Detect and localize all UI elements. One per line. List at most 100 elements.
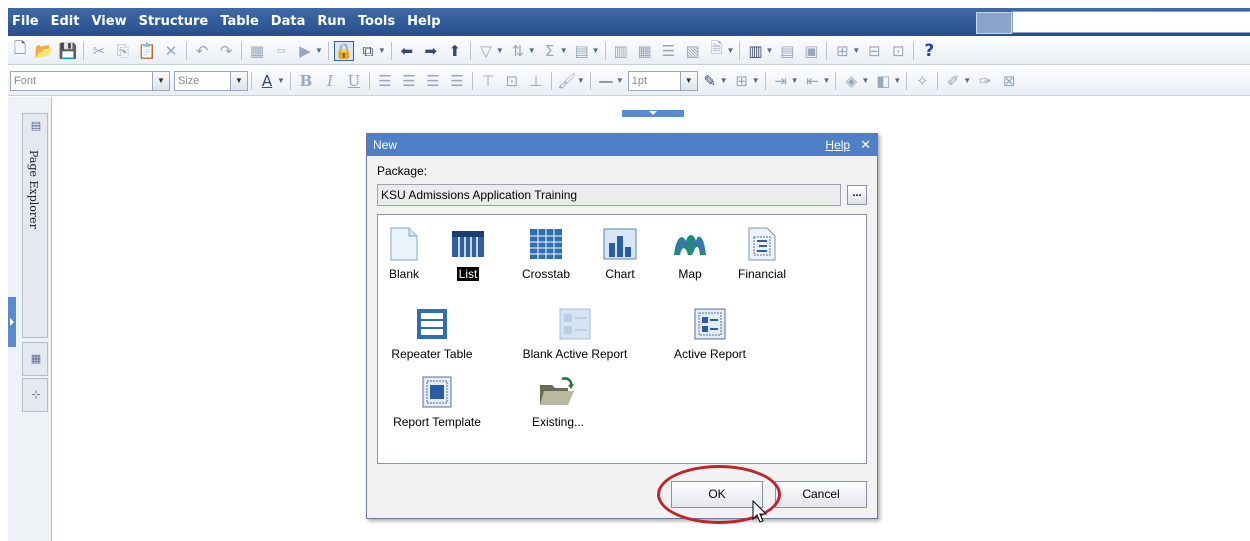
bold-icon[interactable]: B xyxy=(296,71,316,91)
help-icon[interactable]: ? xyxy=(919,41,939,61)
align-right-icon[interactable]: ☰ xyxy=(423,71,443,91)
table-icon[interactable]: ⊞ xyxy=(832,41,852,61)
gallery-item-crosstab[interactable]: Crosstab xyxy=(516,227,576,281)
menu-run[interactable]: Run xyxy=(311,8,352,36)
menu-file[interactable]: File xyxy=(8,8,45,36)
summary-dropdown-icon[interactable]: ▼ xyxy=(560,46,568,55)
menu-structure[interactable]: Structure xyxy=(133,8,215,36)
menu-tools[interactable]: Tools xyxy=(352,8,401,36)
table-dropdown-icon[interactable]: ▼ xyxy=(852,46,860,55)
clear-format-icon[interactable]: ⊠ xyxy=(999,71,1019,91)
menu-table[interactable]: Table xyxy=(214,8,265,36)
conditional-style-dropdown-icon[interactable]: ▼ xyxy=(861,76,869,85)
split-icon[interactable]: ⊡ xyxy=(888,41,908,61)
ok-button[interactable]: OK xyxy=(671,481,763,508)
arrow-left-icon[interactable]: ⬅ xyxy=(397,41,417,61)
pick-up-style-dropdown-icon[interactable]: ▼ xyxy=(963,76,971,85)
gallery-item-list[interactable]: List xyxy=(448,227,488,281)
properties-pane-grip[interactable] xyxy=(622,110,684,117)
cancel-button[interactable]: Cancel xyxy=(775,481,867,508)
align-bottom-icon[interactable]: ⊥ xyxy=(526,71,546,91)
align-top-icon[interactable]: ⊤ xyxy=(478,71,498,91)
delete-icon[interactable]: ✕ xyxy=(161,41,181,61)
indent-icon[interactable]: ⇥ xyxy=(771,71,791,91)
gallery-item-financial[interactable]: Financial xyxy=(734,227,790,281)
gallery-item-chart[interactable]: Chart xyxy=(598,227,642,281)
indent-dropdown-icon[interactable]: ▼ xyxy=(791,76,799,85)
fill-color-dropdown-icon[interactable]: ▼ xyxy=(577,76,585,85)
toolbar-handle[interactable] xyxy=(976,12,1012,34)
style-icon[interactable]: ◧ xyxy=(873,71,893,91)
gallery-item-report-template[interactable]: Report Template xyxy=(382,375,492,429)
line-color-icon[interactable]: ✎ xyxy=(700,71,720,91)
run-icon[interactable]: ▶ xyxy=(295,41,315,61)
footer-icon[interactable]: ▧ xyxy=(683,41,703,61)
font-select[interactable]: Font ▼ xyxy=(10,70,170,91)
font-color-dropdown-icon[interactable]: ▼ xyxy=(277,76,285,85)
menu-help[interactable]: Help xyxy=(401,8,446,36)
copy-format-dropdown-icon[interactable]: ▼ xyxy=(378,46,386,55)
chevron-down-icon[interactable]: ▼ xyxy=(679,71,697,90)
group-icon[interactable]: ▤ xyxy=(572,41,592,61)
borders-icon[interactable]: ⊞ xyxy=(732,71,752,91)
sort-dropdown-icon[interactable]: ▼ xyxy=(528,46,536,55)
gallery-item-blank[interactable]: Blank xyxy=(382,227,426,281)
section-icon[interactable]: ▥ xyxy=(611,41,631,61)
italic-icon[interactable]: I xyxy=(320,71,340,91)
copy-icon[interactable]: ⎘ xyxy=(113,41,133,61)
xml-icon[interactable]: ▭ xyxy=(271,41,291,61)
fill-color-icon[interactable]: 🖌 xyxy=(557,71,577,91)
gallery-item-active-report[interactable]: Active Report xyxy=(660,307,760,361)
panel-expander[interactable] xyxy=(8,297,16,347)
wand-icon[interactable]: ✧ xyxy=(912,71,932,91)
outdent-dropdown-icon[interactable]: ▼ xyxy=(823,76,831,85)
group-dropdown-icon[interactable]: ▼ xyxy=(592,46,600,55)
menu-data[interactable]: Data xyxy=(265,8,312,36)
header-icon[interactable]: ☰ xyxy=(659,41,679,61)
line-style-dropdown-icon[interactable]: ▼ xyxy=(616,76,624,85)
conditional-style-icon[interactable]: ◈ xyxy=(841,71,861,91)
gallery-item-existing[interactable]: Existing... xyxy=(518,375,598,429)
merge-icon[interactable]: ⊟ xyxy=(864,41,884,61)
filter-dropdown-icon[interactable]: ▼ xyxy=(496,46,504,55)
copy-format-icon[interactable]: ⧉ xyxy=(358,41,378,61)
run-dropdown-icon[interactable]: ▼ xyxy=(315,46,323,55)
style-dropdown-icon[interactable]: ▼ xyxy=(893,76,901,85)
paste-icon[interactable]: 📋 xyxy=(137,41,157,61)
layout-dropdown-icon[interactable]: ▼ xyxy=(765,46,773,55)
gallery-item-map[interactable]: Map xyxy=(670,227,710,281)
validate-icon[interactable]: ▦ xyxy=(247,41,267,61)
arrow-right-icon[interactable]: ➡ xyxy=(421,41,441,61)
insertable-objects-tab[interactable]: ▦ xyxy=(22,342,48,376)
size-select[interactable]: Size ▼ xyxy=(174,70,248,91)
page-dropdown-icon[interactable]: ▼ xyxy=(727,46,735,55)
properties-icon[interactable]: ▣ xyxy=(801,41,821,61)
arrow-up-icon[interactable]: ⬆ xyxy=(445,41,465,61)
pivot-icon[interactable]: ▦ xyxy=(635,41,655,61)
cut-icon[interactable]: ✂ xyxy=(89,41,109,61)
page-icon[interactable]: 🗎 xyxy=(707,39,727,61)
gallery-item-repeater-table[interactable]: Repeater Table xyxy=(382,307,482,361)
underline-icon[interactable]: U xyxy=(344,71,364,91)
apply-style-icon[interactable]: ✑ xyxy=(975,71,995,91)
search-input[interactable] xyxy=(1012,11,1250,33)
line-style-icon[interactable]: — xyxy=(596,71,616,91)
query-icon[interactable]: ▤ xyxy=(777,41,797,61)
align-middle-icon[interactable]: ⊡ xyxy=(502,71,522,91)
layout-icon[interactable]: ▥ xyxy=(745,41,765,61)
gallery-item-blank-active-report[interactable]: Blank Active Report xyxy=(510,307,640,361)
align-left-icon[interactable]: ☰ xyxy=(375,71,395,91)
line-color-dropdown-icon[interactable]: ▼ xyxy=(720,76,728,85)
outdent-icon[interactable]: ⇤ xyxy=(803,71,823,91)
filter-icon[interactable]: ▽ xyxy=(476,41,496,61)
page-explorer-tab[interactable]: ▤ Page Explorer xyxy=(22,113,48,338)
lock-icon[interactable]: 🔒 xyxy=(333,40,354,61)
help-link[interactable]: Help xyxy=(825,138,850,152)
new-document-icon[interactable]: 🗋 xyxy=(10,39,30,61)
close-icon[interactable]: ✕ xyxy=(860,137,871,153)
browse-package-button[interactable]: ... xyxy=(847,185,867,205)
menu-edit[interactable]: Edit xyxy=(45,8,86,36)
summary-icon[interactable]: Σ xyxy=(540,41,560,61)
chevron-down-icon[interactable]: ▼ xyxy=(230,71,247,90)
data-items-tab[interactable]: ⊹ xyxy=(22,378,48,412)
